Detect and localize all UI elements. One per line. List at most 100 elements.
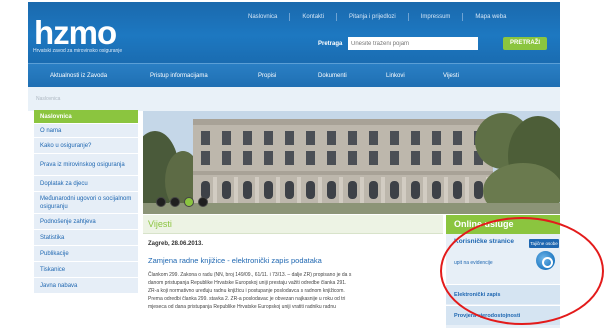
sidebar-item-doplatak[interactable]: Doplatak za djecu — [34, 176, 138, 192]
sidebar-item-kako-u-osiguranje[interactable]: Kako u osiguranje? — [34, 138, 138, 154]
building-pillar — [318, 177, 322, 203]
nav-item-linkovi[interactable]: Linkovi — [386, 64, 405, 88]
service-elektronicki-zapis[interactable]: Elektronički zapis — [446, 284, 560, 304]
building-pillar — [444, 177, 448, 203]
building-pillar — [234, 177, 238, 203]
building-window — [201, 131, 210, 145]
building-pillar — [339, 177, 343, 203]
building-window — [243, 131, 252, 145]
logo-subtitle: Hrvatski zavod za mirovinsko osiguranje — [33, 48, 123, 54]
top-link-pitanja[interactable]: Pitanja i prijedlozi — [336, 13, 408, 21]
building-arch-window — [411, 181, 420, 199]
news-section-title[interactable]: Vijesti — [148, 219, 172, 229]
screenshot-canvas: hzmo Hrvatski zavod za mirovinsko osigur… — [0, 0, 611, 328]
building-arch-window — [348, 181, 357, 199]
sidebar-item-naslovnica[interactable]: Naslovnica — [34, 110, 138, 124]
building-window — [201, 151, 210, 165]
building-arch-window — [432, 181, 441, 199]
building-window — [306, 151, 315, 165]
site-header: hzmo Hrvatski zavod za mirovinsko osigur… — [28, 2, 560, 63]
news-body-line: Prema odredbi članka 299. stavka 2. ZR-a… — [148, 296, 346, 302]
news-body: Člankom 299. Zakona o radu (NN, broj 149… — [148, 271, 438, 311]
building-pillar — [255, 177, 259, 203]
building-window — [264, 131, 273, 145]
sidebar-item-podnosenje-zahtjeva[interactable]: Podnošenje zahtjeva — [34, 214, 138, 230]
nav-item-aktualnosti[interactable]: Aktualnosti iz Zavoda — [50, 64, 107, 88]
user-pages-link[interactable]: Korisničke stranice — [454, 238, 514, 246]
building-window — [432, 151, 441, 165]
building-arch-window — [306, 181, 315, 199]
user-pages-subtitle[interactable]: upit na evidencije — [454, 260, 493, 266]
sidebar-item-o-nama[interactable]: O nama — [34, 124, 138, 138]
building-pillar — [465, 177, 469, 203]
nav-item-pristup-informacijama[interactable]: Pristup informacijama — [150, 64, 208, 88]
building-window — [327, 151, 336, 165]
building-pillar — [213, 177, 217, 203]
nav-item-dokumenti[interactable]: Dokumenti — [318, 64, 347, 88]
service-provjera-vjerodostojnosti[interactable]: Provjera vjerodostojnosti — [446, 305, 560, 325]
news-body-line: danom pristupanja Republike Hrvatske Eur… — [148, 280, 347, 286]
sidebar-item-medunarodni-ugovori[interactable]: Međunarodni ugovori o socijalnom osigura… — [34, 192, 138, 214]
sidebar-item-prava[interactable]: Prava iz mirovinskog osiguranja — [34, 154, 138, 176]
online-services-panel: Online usluge Korisničke stranice upit n… — [446, 215, 560, 328]
top-link-kontakti[interactable]: Kontakti — [289, 13, 336, 21]
building-pillar — [402, 177, 406, 203]
building-window — [411, 151, 420, 165]
online-services-header: Online usluge — [446, 215, 560, 234]
building-arch-window — [390, 181, 399, 199]
building-window — [411, 131, 420, 145]
building-window — [432, 131, 441, 145]
top-link-mapa-weba[interactable]: Mapa weba — [462, 13, 518, 21]
slide-dot-1[interactable] — [156, 197, 166, 207]
online-services-title: Online usluge — [454, 219, 514, 229]
breadcrumb-bar: Naslovnica — [28, 87, 560, 111]
hzmo-website: hzmo Hrvatski zavod za mirovinsko osigur… — [28, 2, 560, 328]
news-date: Zagreb, 28.06.2013. — [148, 241, 204, 247]
building-window — [390, 131, 399, 145]
slide-dot-2[interactable] — [170, 197, 180, 207]
service-label: Provjera vjerodostojnosti — [454, 313, 521, 319]
news-title-link[interactable]: Zamjena radne knjižice - elektronički za… — [148, 256, 322, 265]
building-arch-window — [264, 181, 273, 199]
news-body-line: mjeseca od dana pristupanja Republike Hr… — [148, 304, 336, 310]
building-arch-window — [453, 181, 462, 199]
building-window — [222, 131, 231, 145]
sidebar-item-publikacije[interactable]: Publikacije — [34, 246, 138, 262]
building-window — [390, 151, 399, 165]
building-window — [222, 151, 231, 165]
sidebar-item-statistika[interactable]: Statistika — [34, 230, 138, 246]
news-body-line: ZR-a koji normativno uređuju radnu knjiž… — [148, 288, 345, 294]
building-window — [348, 131, 357, 145]
service-label: Elektronički zapis — [454, 292, 501, 298]
building-window — [306, 131, 315, 145]
main-nav: Aktualnosti iz Zavoda Pristup informacij… — [28, 63, 560, 87]
news-section-header: Vijesti — [143, 215, 443, 234]
building-arch-window — [243, 181, 252, 199]
login-icon[interactable] — [536, 251, 555, 270]
top-link-impressum[interactable]: Impressum — [407, 13, 463, 21]
building-window — [285, 151, 294, 165]
search-label: Pretraga — [318, 41, 343, 47]
top-link-naslovnica[interactable]: Naslovnica — [236, 13, 289, 21]
building-arch-window — [369, 181, 378, 199]
building-window — [369, 131, 378, 145]
slide-dot-4[interactable] — [198, 197, 208, 207]
sidebar: Naslovnica O nama Kako u osiguranje? Pra… — [34, 110, 138, 294]
badge-button[interactable]: Tajične osobe — [529, 239, 559, 248]
site-logo[interactable]: hzmo — [34, 16, 117, 49]
search-input[interactable] — [348, 37, 478, 50]
nav-item-propisi[interactable]: Propisi — [258, 64, 276, 88]
top-links: Naslovnica Kontakti Pitanja i prijedlozi… — [236, 13, 518, 21]
building-arch-window — [222, 181, 231, 199]
building-window — [327, 131, 336, 145]
building-window — [243, 151, 252, 165]
sidebar-item-tiskanice[interactable]: Tiskanice — [34, 262, 138, 278]
sidebar-item-javna-nabava[interactable]: Javna nabava — [34, 278, 138, 294]
nav-item-vijesti[interactable]: Vijesti — [443, 64, 459, 88]
building-pillar — [423, 177, 427, 203]
breadcrumb[interactable]: Naslovnica — [36, 96, 60, 102]
building-window — [369, 151, 378, 165]
building-window — [348, 151, 357, 165]
search-button[interactable]: PRETRAŽI — [503, 37, 547, 50]
slide-dot-3-active[interactable] — [184, 197, 194, 207]
